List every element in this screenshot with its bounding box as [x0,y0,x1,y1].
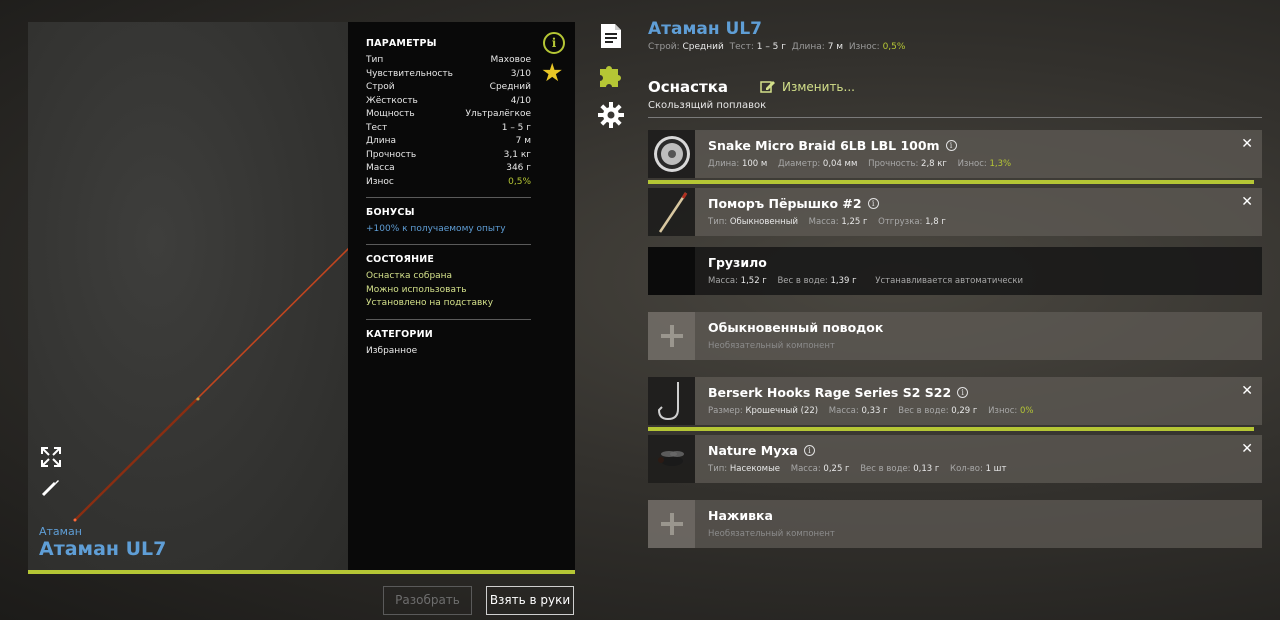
edit-tackle-button[interactable]: Изменить... [760,79,855,94]
puzzle-icon[interactable] [597,61,625,89]
rod-progress-fill [28,570,575,574]
slot-bait-name: Nature Муха i [708,443,815,458]
rod-brand: Атаман [39,525,82,538]
slot-leader[interactable]: Обыкновенный поводок Необязательный комп… [648,312,1262,360]
document-icon[interactable] [597,22,625,50]
slot-lure-name: Наживка [708,508,773,523]
slot-float-name: Поморъ Пёрышко #2 i [708,196,879,211]
slot-leader-name: Обыкновенный поводок [708,320,884,335]
add-lure-plus-icon[interactable] [648,500,695,548]
bonus-text: +100% к получаемому опыту [366,224,506,234]
fullscreen-icon[interactable] [40,446,62,468]
info-icon[interactable]: i [867,198,879,209]
divider [366,197,531,198]
rig-title: Атаман UL7 [648,19,762,39]
param-row: Тип Маховое [366,55,531,65]
slot-float[interactable]: Поморъ Пёрышко #2 i Тип: Обыкновенный Мас… [648,188,1262,236]
hook-durability-bar [648,427,1254,431]
disassemble-button[interactable]: Разобрать [383,586,472,615]
fly-image [648,435,695,483]
float-image [648,188,695,236]
slot-line-name: Snake Micro Braid 6LB LBL 100m i [708,138,957,153]
sinker-image [648,247,695,295]
remove-hook-close-icon[interactable]: ✕ [1241,383,1253,399]
param-row: Прочность 3,1 кг [366,149,531,160]
remove-line-close-icon[interactable]: ✕ [1241,136,1253,152]
tackle-type: Скользящий поплавок [648,100,767,111]
slot-line-details: Длина: 100 м Диаметр: 0,04 мм Прочность:… [708,159,1012,169]
slot-hook-name: Berserk Hooks Rage Series S2 S22 i [708,385,969,400]
state-item: Оснастка собрана [366,271,453,281]
gear-icon[interactable] [597,101,625,129]
param-row: Строй Средний [366,82,531,92]
rod-preview: Атаман Атаман UL7 [28,22,348,570]
slot-sinker-details: Масса: 1,52 г Вес в воде: 1,39 г Устанав… [708,276,1023,286]
tackle-heading: Оснастка [648,78,729,96]
divider [366,244,531,245]
slot-sinker[interactable]: Грузило Масса: 1,52 г Вес в воде: 1,39 г… [648,247,1262,295]
line-spool-image [648,130,695,178]
divider [366,318,531,320]
param-row: Жёсткость 4/10 [366,95,531,106]
info-icon[interactable]: i [945,140,957,151]
slot-lure[interactable]: Наживка Необязательный компонент [648,500,1262,548]
rig-summary: Строй: Средний Тест: 1 – 5 г Длина: 7 м … [648,42,906,52]
favorite-star-icon[interactable]: ★ [541,60,563,85]
category-item: Избранное [366,345,418,356]
info-icon[interactable]: i [957,387,969,398]
slot-line[interactable]: Snake Micro Braid 6LB LBL 100m i Длина: 1… [648,130,1262,178]
state-title: СОСТОЯНИЕ [366,254,435,265]
param-row: Длина 7 м [366,136,531,146]
rod-image [73,247,348,522]
line-durability-bar [648,180,1254,184]
rod-tool-icon[interactable] [40,476,62,498]
edit-label: Изменить... [782,79,855,94]
bonuses-title: БОНУСЫ [366,207,415,218]
param-row: Мощность Ультралёгкое [366,109,531,119]
slot-hook-details: Размер: Крошечный (22) Масса: 0,33 г Вес… [708,406,1034,416]
info-icon[interactable]: i [803,445,815,456]
hook-image [648,377,695,425]
divider [648,117,1262,118]
slot-bait[interactable]: Nature Муха i Тип: Насекомые Масса: 0,25 … [648,435,1262,483]
info-icon[interactable]: i [543,32,565,54]
param-row: Масса 346 г [366,163,531,173]
rod-progress-bar [28,570,575,574]
rod-name: Атаман UL7 [39,538,167,560]
remove-bait-close-icon[interactable]: ✕ [1241,441,1253,457]
slot-sinker-name: Грузило [708,255,767,270]
remove-float-close-icon[interactable]: ✕ [1241,194,1253,210]
state-item: Можно использовать [366,284,467,295]
take-in-hands-button[interactable]: Взять в руки [486,586,574,615]
slot-hook[interactable]: Berserk Hooks Rage Series S2 S22 i Размер… [648,377,1262,425]
slot-bait-details: Тип: Насекомые Масса: 0,25 г Вес в воде:… [708,464,1007,474]
slot-float-details: Тип: Обыкновенный Масса: 1,25 г Отгрузка… [708,217,946,227]
categories-title: КАТЕГОРИИ [366,328,433,340]
edit-icon [760,81,775,93]
slot-leader-optional: Необязательный компонент [708,341,835,351]
param-row: Тест 1 – 5 г [366,122,531,133]
param-row: Износ 0,5% [366,176,531,187]
slot-lure-optional: Необязательный компонент [708,529,835,539]
state-item: Установлено на подставку [366,298,494,308]
stats-panel: ПАРАМЕТРЫ Тип Маховое Чувствительность 3/1… [348,22,575,570]
param-row: Чувствительность 3/10 [366,68,531,79]
add-leader-plus-icon[interactable] [648,312,695,360]
